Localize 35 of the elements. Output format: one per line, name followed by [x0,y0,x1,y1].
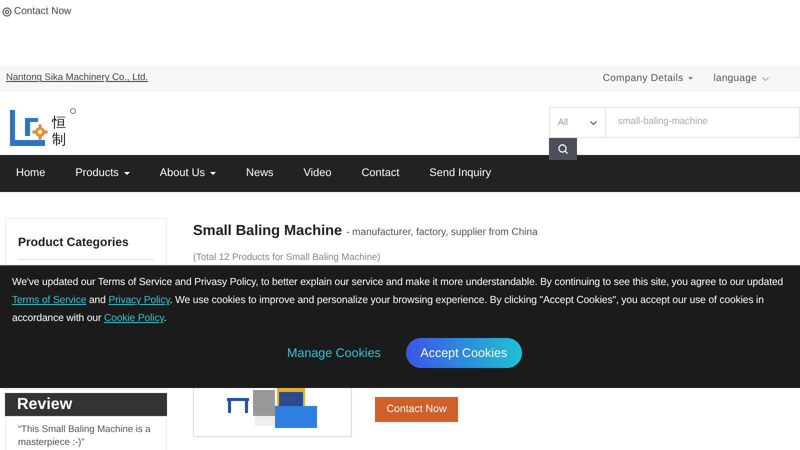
logo-character: 制 [52,131,66,148]
chevron-down-icon [762,76,769,80]
nav-link[interactable]: Send Inquiry [414,155,506,192]
logo-character: 恒 [52,114,66,132]
caret-icon [688,77,694,80]
review-quote: “This Small Baling Machine is a masterpiece :-)” [5,416,167,450]
nav-link[interactable]: News [231,155,289,192]
chevron-down-icon [590,120,597,124]
cookie-notice: We've updated our Terms of Service and Privasy Policy, to better explain our service and make it more understandable. By continuing to see this site, you agree to our updated Terms of Service and Privacy Policy. We use cookies to improve and personalize your browsing experience. By clicking "Accept Cookies", you accept our use of cookies in accordance with our Cookie Policy. [12,276,784,326]
gear-logo-icon [8,108,48,148]
nav-link[interactable]: About Us [144,155,232,192]
search-button[interactable] [549,138,577,160]
panel-title: Product Categories [18,233,154,260]
nav-link[interactable]: Video [288,155,346,192]
review-heading: Review [5,393,167,416]
product-count: (Total 12 Products for Small Baling Machine) [193,250,382,265]
contact-now-button[interactable]: Contact Now [375,397,458,422]
page-subtitle: - manufacturer, factory, supplier from China [346,226,538,240]
contact-now-link[interactable]: Contact Now [2,4,72,19]
dropdown-menu-button[interactable]: Company Details [602,71,694,86]
policy-link[interactable]: Terms of Service [12,295,86,306]
caret-icon [210,172,216,175]
nav-link[interactable]: Home [1,155,60,192]
accept-cookies-button[interactable]: Accept Cookies [406,338,522,368]
manage-cookies-button[interactable]: Manage Cookies [287,344,381,362]
policy-link[interactable]: Cookie Policy [104,313,164,324]
policy-link[interactable]: Privacy Policy [108,295,170,306]
nav-link[interactable]: Products [60,155,145,192]
dropdown-menu-button[interactable]: language [713,71,769,86]
page-title: Small Baling Machine [193,222,342,241]
search-field[interactable]: small-baling-machine [606,107,800,138]
search-icon [558,144,568,154]
company-name-link[interactable]: Nantong Sika Machinery Co., Ltd. [6,71,148,86]
caret-icon [124,172,130,175]
nav-link[interactable]: Contact [346,155,414,192]
